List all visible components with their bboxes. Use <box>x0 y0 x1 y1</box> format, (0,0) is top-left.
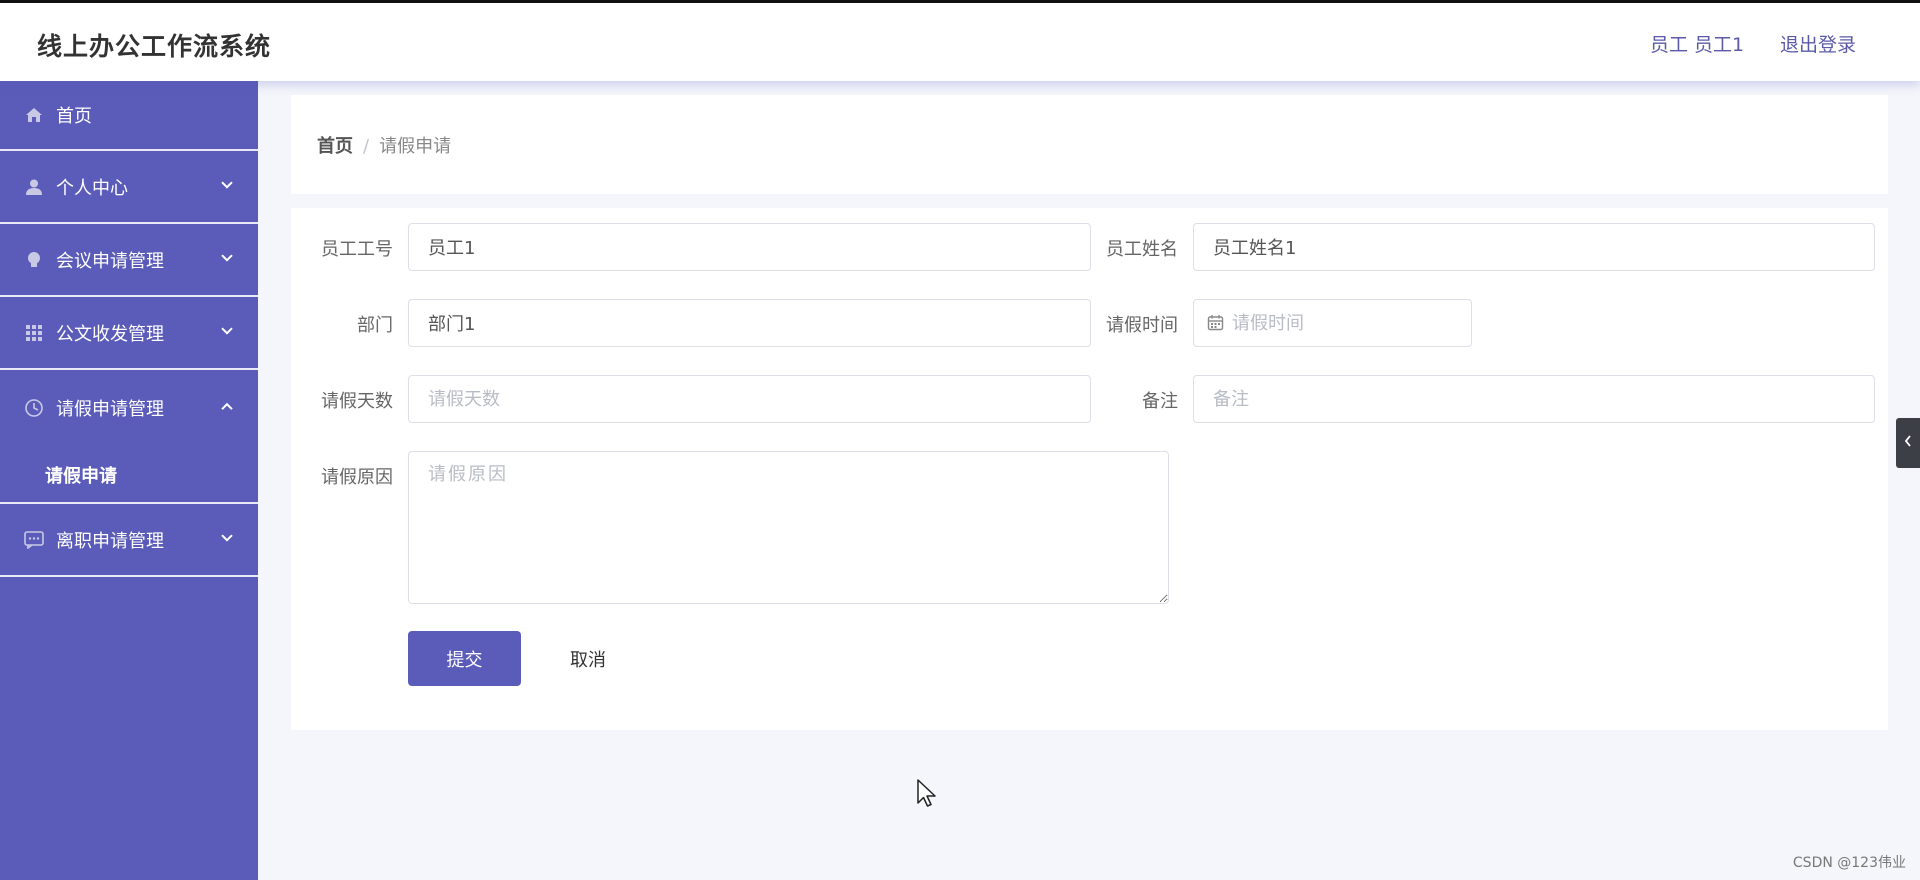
submit-button[interactable]: 提交 <box>408 631 521 686</box>
leave-days-label: 请假天数 <box>321 391 393 412</box>
logout-link[interactable]: 退出登录 <box>1780 30 1856 57</box>
chat-icon <box>24 530 44 550</box>
clock-icon <box>24 398 44 418</box>
leave-reason-label: 请假原因 <box>321 467 393 488</box>
sidebar-item-documents[interactable]: 公文收发管理 <box>0 297 258 370</box>
chevron-down-icon <box>220 324 234 340</box>
sidebar-item-label: 请假申请管理 <box>56 399 164 420</box>
chevron-up-icon <box>220 399 234 415</box>
sidebar-item-label: 个人中心 <box>56 177 128 199</box>
sidebar-item-personal-center[interactable]: 个人中心 <box>0 151 258 224</box>
sidebar-item-home[interactable]: 首页 <box>0 81 258 151</box>
remark-field[interactable] <box>1193 375 1875 423</box>
leave-time-input[interactable] <box>1232 300 1462 346</box>
home-icon <box>24 105 44 125</box>
leave-time-picker[interactable] <box>1193 299 1472 347</box>
sidebar-item-label: 公文收发管理 <box>56 323 164 345</box>
chevron-down-icon <box>220 178 234 194</box>
department-field[interactable] <box>408 299 1091 347</box>
employee-no-label: 员工工号 <box>321 239 393 260</box>
sidebar: 首页 个人中心 会议申请管理 公文收发管理 请假申请管理 请假申请 离职申请管理 <box>0 81 258 880</box>
collapse-panel-tab[interactable] <box>1896 418 1920 468</box>
sidebar-item-label: 首页 <box>56 106 92 127</box>
sidebar-item-leave[interactable]: 请假申请管理 请假申请 <box>0 370 258 504</box>
grid-icon <box>24 323 44 343</box>
user-icon <box>24 177 44 197</box>
current-user: 员工 员工1 <box>1650 34 1745 56</box>
mouse-cursor-icon <box>917 779 937 809</box>
employee-no-field[interactable] <box>408 223 1091 271</box>
chevron-down-icon <box>220 531 234 547</box>
breadcrumb-home[interactable]: 首页 <box>317 136 353 157</box>
sidebar-item-label: 会议申请管理 <box>56 250 164 272</box>
sidebar-subitem-leave-apply[interactable]: 请假申请 <box>45 462 117 488</box>
lightbulb-icon <box>24 250 44 270</box>
leave-time-label: 请假时间 <box>1106 315 1178 336</box>
sidebar-item-resignation[interactable]: 离职申请管理 <box>0 504 258 577</box>
leave-days-field[interactable] <box>408 375 1091 423</box>
calendar-icon <box>1207 314 1224 331</box>
department-label: 部门 <box>357 315 393 336</box>
remark-label: 备注 <box>1142 391 1178 412</box>
employee-name-field[interactable] <box>1193 223 1875 271</box>
breadcrumb-current: 请假申请 <box>379 136 452 157</box>
breadcrumb: 首页 / 请假申请 <box>317 132 451 158</box>
sidebar-item-label: 离职申请管理 <box>56 530 164 552</box>
breadcrumb-separator: / <box>363 136 370 157</box>
watermark: CSDN @123伟业 <box>1792 855 1906 871</box>
app-title: 线上办公工作流系统 <box>37 32 272 61</box>
breadcrumb-card: 首页 / 请假申请 <box>291 95 1888 194</box>
sidebar-item-meeting[interactable]: 会议申请管理 <box>0 224 258 297</box>
leave-application-form: 员工工号 员工姓名 部门 请假时间 请假天数 备注 请假原因 提交 取消 <box>291 208 1888 730</box>
chevron-down-icon <box>220 251 234 267</box>
cancel-button[interactable]: 取消 <box>538 631 638 686</box>
leave-reason-textarea[interactable] <box>408 451 1169 604</box>
top-header: 线上办公工作流系统 员工 员工1 退出登录 <box>0 0 1920 81</box>
chevron-left-icon <box>1903 434 1913 452</box>
employee-name-label: 员工姓名 <box>1106 239 1178 260</box>
